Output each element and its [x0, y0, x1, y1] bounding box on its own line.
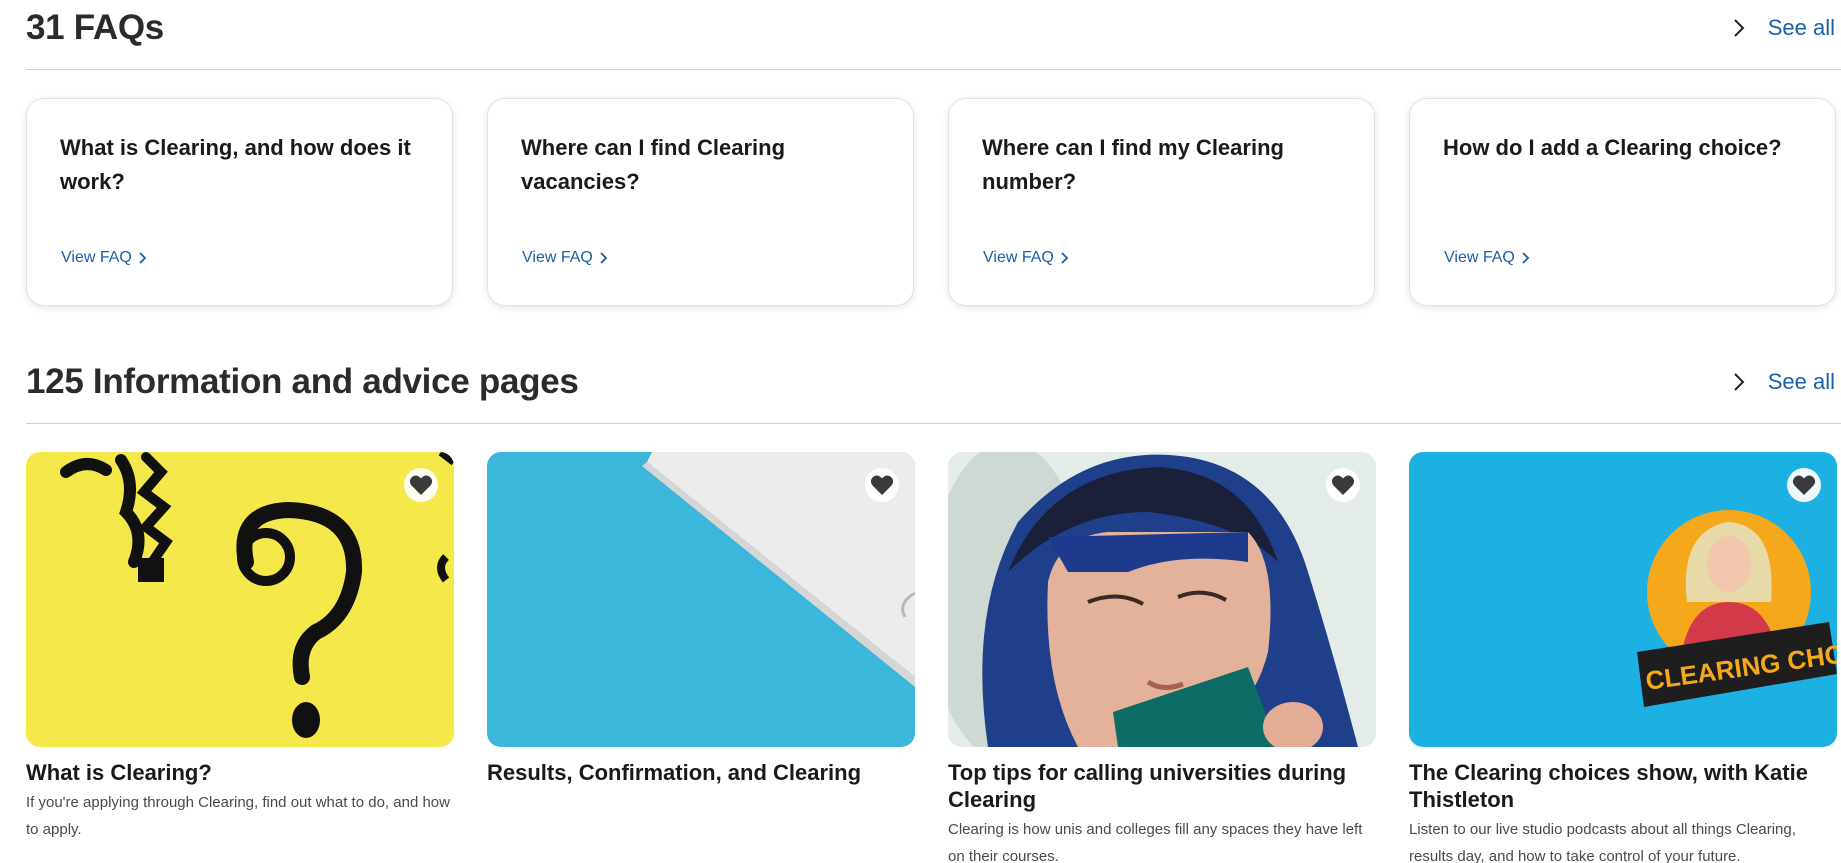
- advice-card[interactable]: Results, Confirmation, and Clearing: [487, 452, 915, 789]
- faqs-title: 31 FAQs: [26, 8, 164, 47]
- favourite-button[interactable]: [865, 468, 899, 502]
- card-title[interactable]: Top tips for calling universities during…: [948, 759, 1376, 813]
- person-phone-illustration: [948, 452, 1376, 747]
- faq-card[interactable]: Where can I find Clearing vacancies? Vie…: [487, 98, 914, 306]
- question-marks-illustration: [60, 452, 454, 738]
- advice-title: 125 Information and advice pages: [26, 362, 579, 401]
- chevron-right-icon: [1734, 373, 1745, 391]
- view-faq-link[interactable]: View FAQ: [61, 249, 148, 267]
- card-description: Clearing is how unis and colleges fill a…: [948, 821, 1363, 863]
- card-image-person-phone[interactable]: [948, 452, 1376, 747]
- card-title[interactable]: Results, Confirmation, and Clearing: [487, 759, 915, 786]
- view-faq-label: View FAQ: [61, 249, 132, 266]
- view-faq-label: View FAQ: [983, 249, 1054, 266]
- advice-card[interactable]: CLEARING CHOICES The Clearing choices sh…: [1409, 452, 1837, 863]
- heart-icon: [1331, 475, 1355, 495]
- view-faq-label: View FAQ: [522, 249, 593, 266]
- view-faq-link[interactable]: View FAQ: [522, 249, 609, 267]
- favourite-button[interactable]: [1326, 468, 1360, 502]
- favourite-button[interactable]: [1787, 468, 1821, 502]
- blue-paper-illustration: [642, 452, 915, 687]
- clearing-choices-logo: CLEARING CHOICES: [1637, 510, 1837, 707]
- faq-question: What is Clearing, and how does it work?: [60, 135, 411, 194]
- faq-question: How do I add a Clearing choice?: [1443, 135, 1782, 160]
- card-description: If you're applying through Clearing, fin…: [26, 794, 450, 838]
- advice-divider: [26, 423, 1841, 424]
- card-title[interactable]: What is Clearing?: [26, 759, 454, 786]
- advice-card[interactable]: What is Clearing? If you're applying thr…: [26, 452, 454, 843]
- faqs-divider: [26, 69, 1841, 70]
- view-faq-link[interactable]: View FAQ: [1444, 249, 1531, 267]
- chevron-right-icon: [1522, 252, 1530, 264]
- faqs-see-all-link[interactable]: See all: [1728, 15, 1835, 41]
- chevron-right-icon: [139, 252, 147, 264]
- card-image-blue-paper[interactable]: [487, 452, 915, 747]
- view-faq-label: View FAQ: [1444, 249, 1515, 266]
- heart-icon: [870, 475, 894, 495]
- faqs-header: 31 FAQs See all: [26, 6, 1841, 50]
- faq-card[interactable]: Where can I find my Clearing number? Vie…: [948, 98, 1375, 306]
- favourite-button[interactable]: [404, 468, 438, 502]
- faqs-see-all-label: See all: [1767, 15, 1835, 40]
- faq-question: Where can I find my Clearing number?: [982, 135, 1284, 194]
- card-image-clearing-choices[interactable]: CLEARING CHOICES: [1409, 452, 1837, 747]
- chevron-right-icon: [600, 252, 608, 264]
- faq-card[interactable]: What is Clearing, and how does it work? …: [26, 98, 453, 306]
- faq-card[interactable]: How do I add a Clearing choice? View FAQ: [1409, 98, 1836, 306]
- advice-see-all-label: See all: [1767, 369, 1835, 394]
- card-title[interactable]: The Clearing choices show, with Katie Th…: [1409, 759, 1837, 813]
- faq-question: Where can I find Clearing vacancies?: [521, 135, 786, 194]
- chevron-right-icon: [1061, 252, 1069, 264]
- advice-card[interactable]: Top tips for calling universities during…: [948, 452, 1376, 863]
- advice-header: 125 Information and advice pages See all: [26, 360, 1841, 404]
- heart-icon: [409, 475, 433, 495]
- chevron-right-icon: [1734, 19, 1745, 37]
- heart-icon: [1792, 475, 1816, 495]
- card-image-question-marks[interactable]: [26, 452, 454, 747]
- view-faq-link[interactable]: View FAQ: [983, 249, 1070, 267]
- card-description: Listen to our live studio podcasts about…: [1409, 821, 1796, 863]
- advice-see-all-link[interactable]: See all: [1728, 369, 1835, 395]
